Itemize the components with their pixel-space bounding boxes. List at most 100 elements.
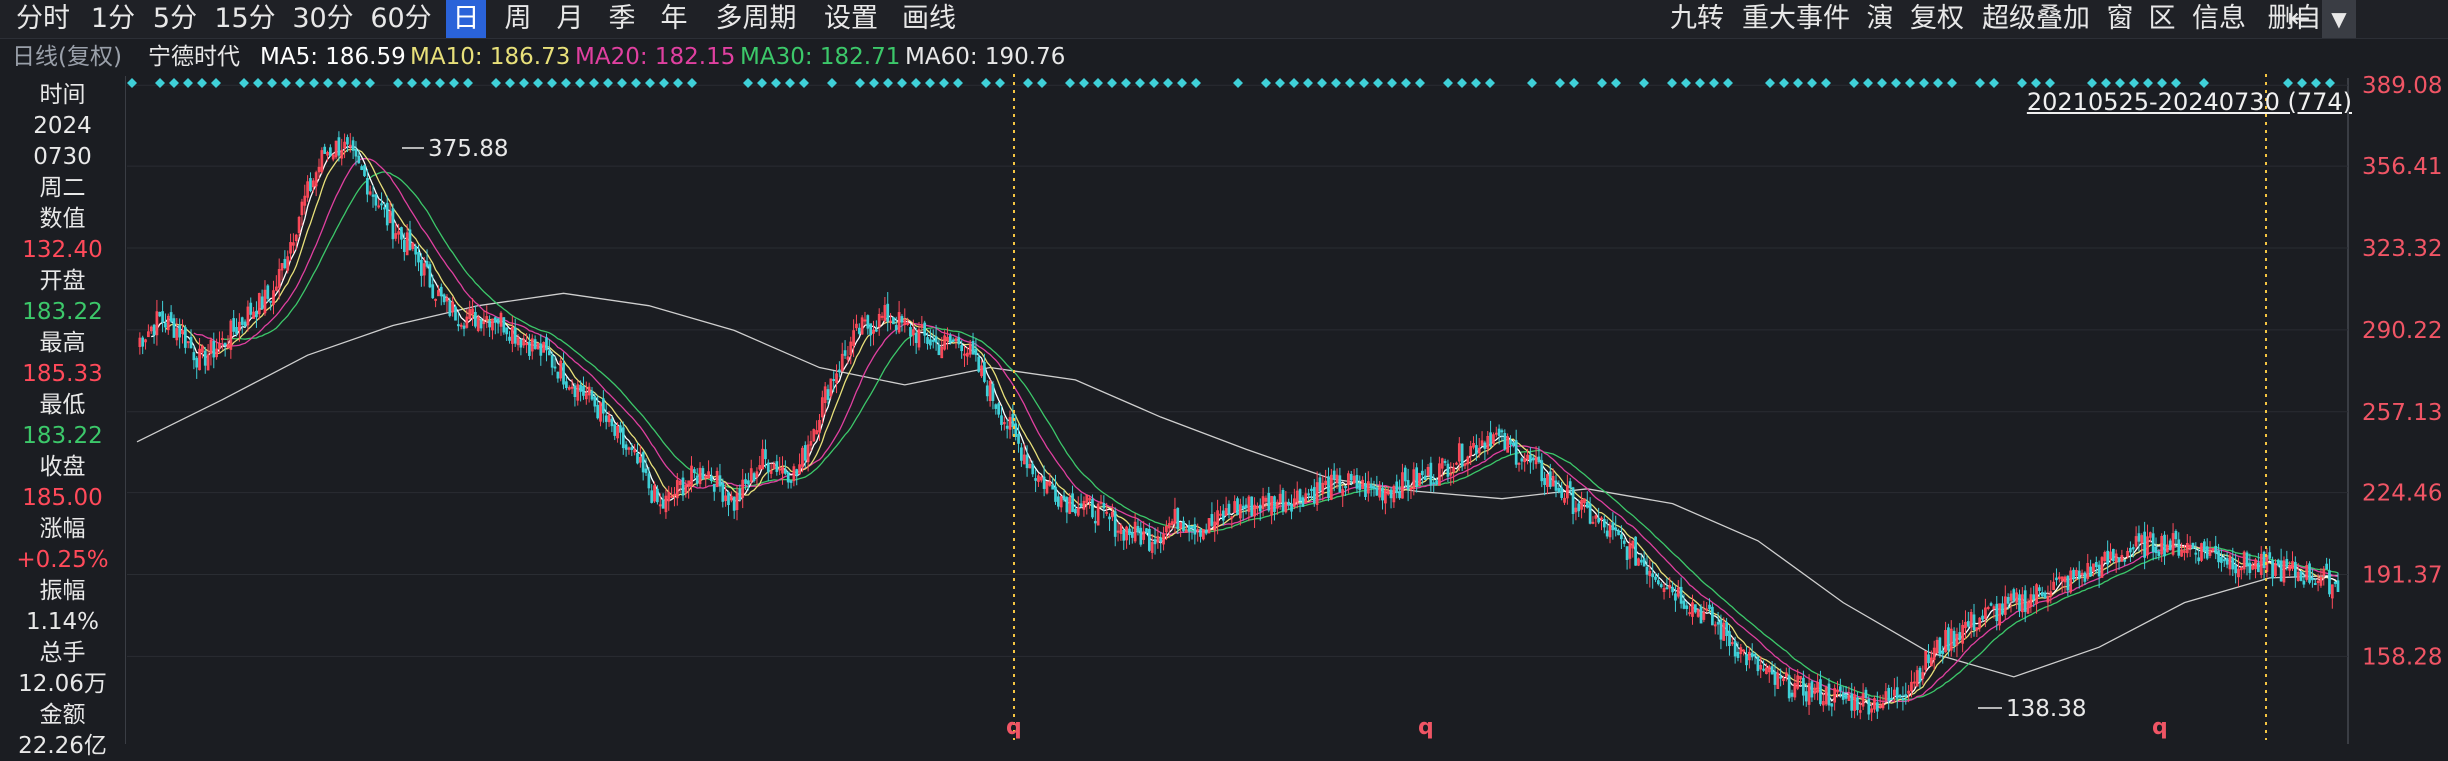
event-dot [799, 78, 809, 88]
candle-body [383, 207, 386, 210]
candle-body [371, 194, 375, 197]
period-tab-1[interactable]: 1分 [88, 0, 138, 38]
event-dot [897, 78, 907, 88]
candle-body [1113, 511, 1117, 537]
period-tab-9[interactable]: 季 [602, 0, 642, 38]
candle-body [784, 469, 787, 474]
candle-body [937, 344, 941, 356]
event-dot [743, 78, 753, 88]
event-dot [1065, 78, 1075, 88]
period-tab-4[interactable]: 30分 [290, 0, 356, 38]
candle-body [590, 390, 594, 400]
candle-body [2006, 597, 2010, 604]
q-markers: qqq [1006, 715, 2168, 740]
candle-body [2012, 589, 2016, 601]
low-value: 183.22 [22, 423, 103, 449]
candle-body [243, 321, 247, 327]
candle-body [2217, 550, 2220, 563]
candle-body [1108, 516, 1111, 520]
candle-body [1830, 703, 1834, 707]
event-dot [869, 78, 879, 88]
event-dot [1611, 78, 1621, 88]
period-tab-2[interactable]: 5分 [150, 0, 200, 38]
ma-line [151, 145, 2339, 709]
tool-button-2[interactable]: 演 [1864, 0, 1896, 38]
period-tab-0[interactable]: 分时 [10, 0, 76, 38]
candle-body [553, 366, 557, 369]
candle-body [1327, 476, 1330, 499]
date-range-label[interactable]: 20210525-20240730 (774) [2027, 88, 2352, 116]
tool-button-4[interactable]: 超级叠加 [1978, 0, 2094, 38]
candle-body [977, 356, 981, 372]
candle-body [223, 342, 227, 346]
candle-body [997, 403, 1000, 415]
tool-button-5[interactable]: 窗 [2104, 0, 2136, 38]
collapse-icon[interactable]: ⇤ [2284, 0, 2314, 38]
event-dot [1359, 78, 1369, 88]
tool-button-6[interactable]: 区 [2146, 0, 2178, 38]
tool-button-1[interactable]: 重大事件 [1738, 0, 1854, 38]
tool-button-3[interactable]: 复权 [1906, 0, 1968, 38]
period-tab-7[interactable]: 周 [498, 0, 538, 38]
candle-body [1705, 608, 1709, 611]
candle-body [934, 336, 938, 343]
period-tab-11[interactable]: 多周期 [706, 0, 806, 38]
candle-body [974, 348, 978, 356]
period-tab-10[interactable]: 年 [654, 0, 694, 38]
candle-body [803, 445, 807, 461]
candle-body [533, 339, 537, 349]
candle-body [775, 461, 779, 472]
candle-body [1674, 593, 1677, 601]
event-markers-row[interactable] [127, 78, 2335, 88]
date-year: 2024 [33, 113, 92, 139]
period-tab-5[interactable]: 60分 [368, 0, 434, 38]
period-tab-3[interactable]: 15分 [212, 0, 278, 38]
candle-body [647, 473, 651, 489]
candle-body [2279, 560, 2283, 582]
candle-body [1489, 432, 1492, 447]
candle-body [1790, 692, 1794, 697]
event-dot [1527, 78, 1537, 88]
candle-body [2111, 548, 2115, 562]
chevron-down-icon[interactable]: ▼ [2322, 0, 2356, 38]
candle-body [1079, 503, 1083, 507]
candle-body [1537, 456, 1541, 463]
candle-body [596, 404, 600, 419]
date-monthday: 0730 [33, 144, 92, 170]
candle-body [2066, 575, 2070, 591]
candle-body [1514, 440, 1518, 465]
candle-body [656, 488, 659, 503]
event-dot [2017, 78, 2027, 88]
candle-body [357, 155, 361, 164]
event-dot [1905, 78, 1915, 88]
candle-body [661, 499, 665, 509]
candle-body [1725, 622, 1728, 637]
candle-body [1938, 637, 1942, 655]
event-dot [1261, 78, 1271, 88]
ma20-value: MA20: 182.15 [575, 44, 736, 70]
candle-body [192, 352, 196, 361]
period-tab-12[interactable]: 设置 [818, 0, 884, 38]
candle-body [1500, 430, 1504, 433]
y-tick-label: 290.22 [2362, 318, 2442, 344]
candle-body [1287, 501, 1291, 506]
candle-body [1423, 475, 1427, 480]
event-dot [1387, 78, 1397, 88]
candle-body [764, 449, 767, 460]
candle-body [2214, 545, 2218, 554]
candle-body [863, 319, 867, 322]
candle-body [420, 259, 423, 276]
stock-name[interactable]: 宁德时代 [148, 40, 240, 74]
candle-body [1364, 483, 1367, 497]
tool-button-0[interactable]: 九转 [1666, 0, 1728, 38]
period-tab-8[interactable]: 月 [550, 0, 590, 38]
candle-body [744, 479, 747, 484]
tool-button-7[interactable]: 信息 [2188, 0, 2250, 38]
period-tab-6[interactable]: 日 [446, 0, 486, 38]
candle-body [670, 495, 673, 498]
y-tick-label: 191.37 [2362, 563, 2442, 589]
candle-body [2308, 563, 2311, 583]
candle-body [1844, 694, 1848, 699]
candle-body [1210, 514, 1214, 526]
period-tab-13[interactable]: 画线 [896, 0, 962, 38]
